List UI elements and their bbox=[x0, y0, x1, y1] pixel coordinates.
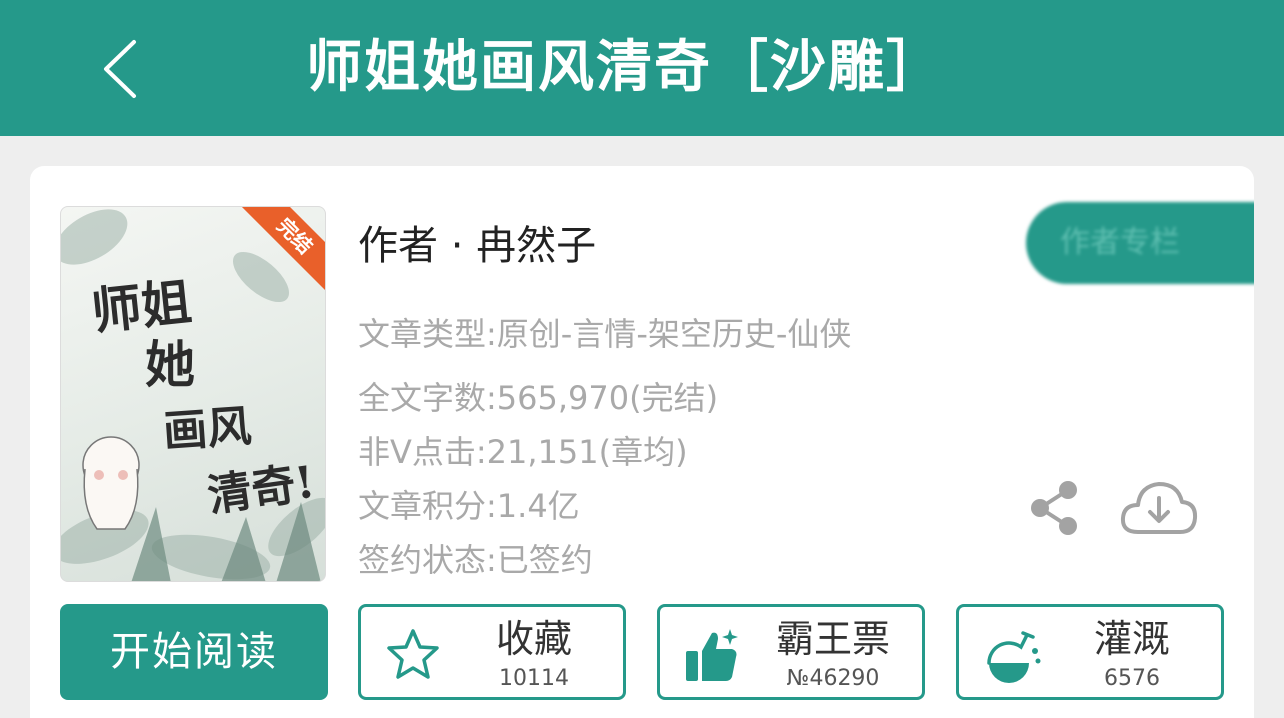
info-sign-status: 签约状态:已签约 bbox=[358, 541, 593, 579]
cloud-download-icon[interactable] bbox=[1120, 478, 1198, 536]
star-icon bbox=[387, 629, 439, 679]
ticket-label: 霸王票 bbox=[775, 617, 890, 661]
cover-title-line: 画风 bbox=[161, 400, 253, 458]
watering-flask-icon bbox=[987, 631, 1041, 683]
favorite-label: 收藏 bbox=[495, 617, 572, 661]
favorite-button[interactable]: 收藏 10114 bbox=[358, 604, 626, 700]
author-column-button[interactable]: 作者专栏 bbox=[1026, 202, 1254, 284]
favorite-count: 10114 bbox=[499, 666, 569, 691]
info-genre: 文章类型:原创-言情-架空历史-仙侠 bbox=[358, 315, 852, 353]
book-info-card: 师姐 她 画风 清奇! 完结 作者 · 冉然子 作者专栏 文章类型:原创-言情-… bbox=[30, 166, 1254, 718]
page-title: 师姐她画风清奇［沙雕］ bbox=[306, 35, 944, 100]
ticket-button[interactable]: 霸王票 №46290 bbox=[657, 604, 925, 700]
book-cover[interactable]: 师姐 她 画风 清奇! 完结 bbox=[60, 206, 326, 582]
info-score: 文章积分:1.4亿 bbox=[358, 487, 580, 525]
back-arrow-icon bbox=[104, 40, 136, 98]
nutrient-button[interactable]: 灌溉 6576 bbox=[956, 604, 1224, 700]
ticket-count: №46290 bbox=[786, 666, 880, 691]
share-icon[interactable] bbox=[1026, 480, 1082, 536]
author-name[interactable]: 作者 · 冉然子 bbox=[358, 218, 596, 274]
thumbs-up-icon bbox=[686, 629, 738, 681]
back-button[interactable] bbox=[92, 36, 152, 102]
top-bar: 师姐她画风清奇［沙雕］ bbox=[0, 0, 1284, 136]
info-clicks: 非V点击:21,151(章均) bbox=[358, 433, 688, 471]
start-reading-button[interactable]: 开始阅读 bbox=[60, 604, 328, 700]
nutrient-label: 灌溉 bbox=[1093, 617, 1170, 661]
nutrient-count: 6576 bbox=[1104, 666, 1160, 691]
info-word-count: 全文字数:565,970(完结) bbox=[358, 379, 719, 417]
cover-title-line: 她 bbox=[145, 335, 195, 394]
